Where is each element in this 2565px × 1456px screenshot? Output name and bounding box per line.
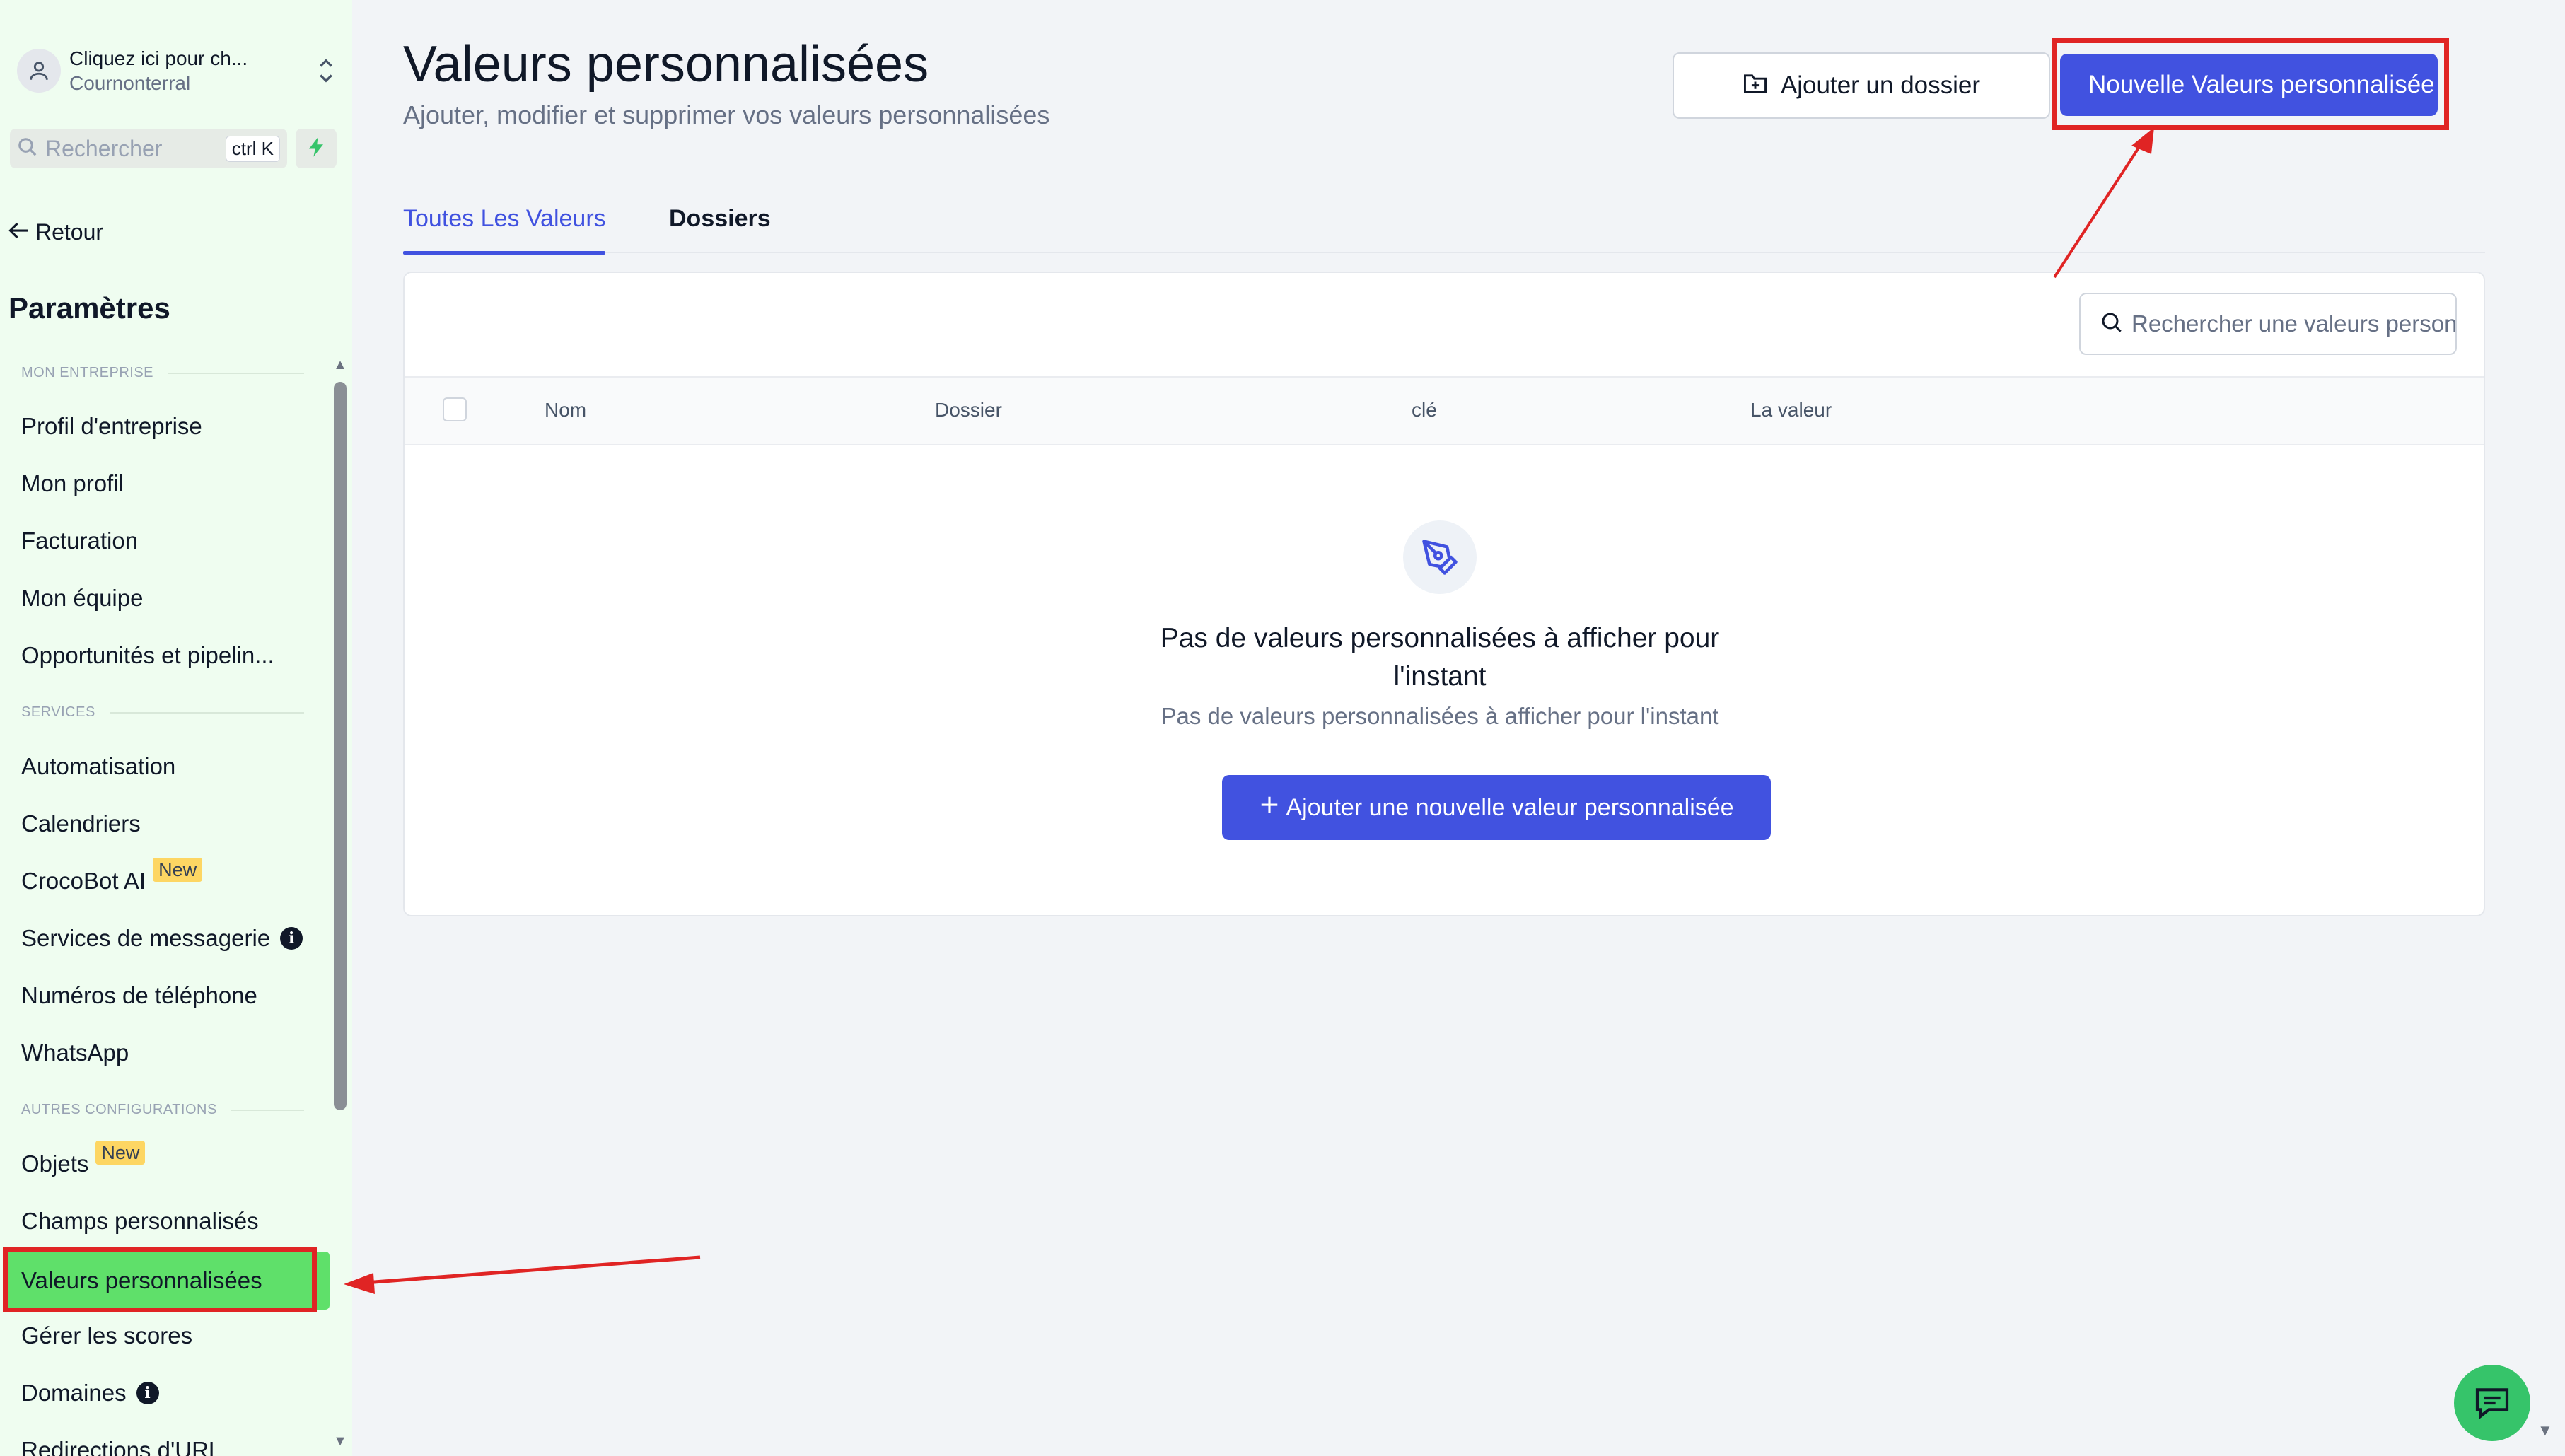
user-circle-icon	[17, 49, 61, 93]
nav-item-mon-profil[interactable]: Mon profil	[21, 470, 124, 497]
arrow-left-icon	[8, 219, 30, 245]
info-icon[interactable]: i	[136, 1382, 159, 1404]
column-key[interactable]: clé	[1412, 399, 1437, 421]
table-header: Nom Dossier clé La valeur	[405, 376, 2484, 445]
nav-item-facturation[interactable]: Facturation	[21, 528, 138, 554]
tab-all-values[interactable]: Toutes Les Valeurs	[403, 205, 606, 255]
new-value-button[interactable]: Nouvelle Valeurs personnalisée	[2060, 54, 2438, 116]
main-content: Valeurs personnalisées Ajouter, modifier…	[352, 0, 2565, 1456]
nav-item-numeros[interactable]: Numéros de téléphone	[21, 982, 257, 1009]
new-badge: New	[153, 858, 203, 882]
scroll-down-icon[interactable]: ▼	[331, 1434, 349, 1448]
tab-bar: Toutes Les Valeurs Dossiers	[403, 199, 2485, 255]
nav-item-profil-entreprise[interactable]: Profil d'entreprise	[21, 413, 202, 440]
nav-item-crocobot[interactable]: CrocoBot AI New	[21, 858, 203, 895]
nav-item-redirections[interactable]: Redirections d'URL	[21, 1437, 221, 1456]
search-shortcut: ctrl K	[225, 135, 280, 162]
column-folder[interactable]: Dossier	[935, 399, 1002, 421]
sidebar-search[interactable]: Rechercher ctrl K	[10, 129, 287, 168]
table-search-placeholder: Rechercher une valeurs personnalisée	[2131, 310, 2457, 337]
settings-title: Paramètres	[8, 291, 170, 325]
section-autres: AUTRES CONFIGURATIONS	[21, 1102, 304, 1118]
nav-item-messagerie[interactable]: Services de messagerie i	[21, 925, 303, 952]
select-all-checkbox[interactable]	[443, 397, 467, 421]
nav-item-objets[interactable]: Objets New	[21, 1141, 146, 1177]
chevron-updown-icon	[315, 55, 337, 86]
nav-item-domaines[interactable]: Domaines i	[21, 1380, 159, 1407]
scroll-down-icon[interactable]: ▼	[2537, 1421, 2553, 1440]
account-location: Cournonterral	[69, 72, 191, 94]
table-search-input[interactable]: Rechercher une valeurs personnalisée	[2079, 293, 2457, 355]
sidebar-search-placeholder: Rechercher	[45, 135, 163, 161]
column-value[interactable]: La valeur	[1750, 399, 1832, 421]
nav-item-automatisation[interactable]: Automatisation	[21, 753, 175, 780]
bolt-icon	[307, 136, 325, 161]
account-name: Cliquez ici pour ch...	[69, 47, 248, 69]
values-table-card: Rechercher une valeurs personnalisée Nom…	[403, 272, 2485, 916]
section-services: SERVICES	[21, 704, 304, 721]
back-label: Retour	[35, 219, 104, 245]
nav-item-whatsapp[interactable]: WhatsApp	[21, 1039, 129, 1066]
account-switcher[interactable]: Cliquez ici pour ch... Cournonterral	[17, 41, 337, 100]
quick-action-button[interactable]	[296, 129, 337, 168]
sidebar-scrollbar[interactable]	[334, 382, 347, 1110]
scroll-up-icon[interactable]: ▲	[331, 358, 349, 372]
add-custom-value-button[interactable]: Ajouter une nouvelle valeur personnalisé…	[1222, 775, 1771, 840]
empty-state-title: Pas de valeurs personnalisées à afficher…	[1160, 623, 1720, 692]
nav-item-calendriers[interactable]: Calendriers	[21, 810, 141, 837]
add-folder-button[interactable]: Ajouter un dossier	[1673, 52, 2050, 119]
search-icon	[17, 136, 38, 161]
empty-state-subtitle: Pas de valeurs personnalisées à afficher…	[1161, 703, 1719, 729]
sidebar: Cliquez ici pour ch... Cournonterral Rec…	[0, 0, 352, 1456]
column-name[interactable]: Nom	[545, 399, 586, 421]
nav-item-opportunites[interactable]: Opportunités et pipelin...	[21, 642, 274, 669]
plus-icon	[1259, 794, 1280, 822]
folder-plus-icon	[1743, 71, 1768, 100]
chat-icon[interactable]	[2454, 1365, 2530, 1441]
page-subtitle: Ajouter, modifier et supprimer vos valeu…	[403, 100, 1050, 129]
info-icon[interactable]: i	[280, 927, 303, 950]
new-badge: New	[95, 1141, 146, 1165]
search-icon	[2100, 311, 2123, 337]
nav-item-mon-equipe[interactable]: Mon équipe	[21, 585, 143, 612]
nav-item-champs[interactable]: Champs personnalisés	[21, 1208, 259, 1235]
nav-item-scores[interactable]: Gérer les scores	[21, 1322, 192, 1349]
back-link[interactable]: Retour	[8, 219, 103, 245]
page-title: Valeurs personnalisées	[403, 36, 929, 93]
nav-item-valeurs[interactable]: Valeurs personnalisées	[3, 1252, 330, 1310]
section-enterprise: MON ENTREPRISE	[21, 365, 304, 381]
tab-folders[interactable]: Dossiers	[669, 205, 771, 252]
pen-nib-icon	[1403, 520, 1477, 594]
